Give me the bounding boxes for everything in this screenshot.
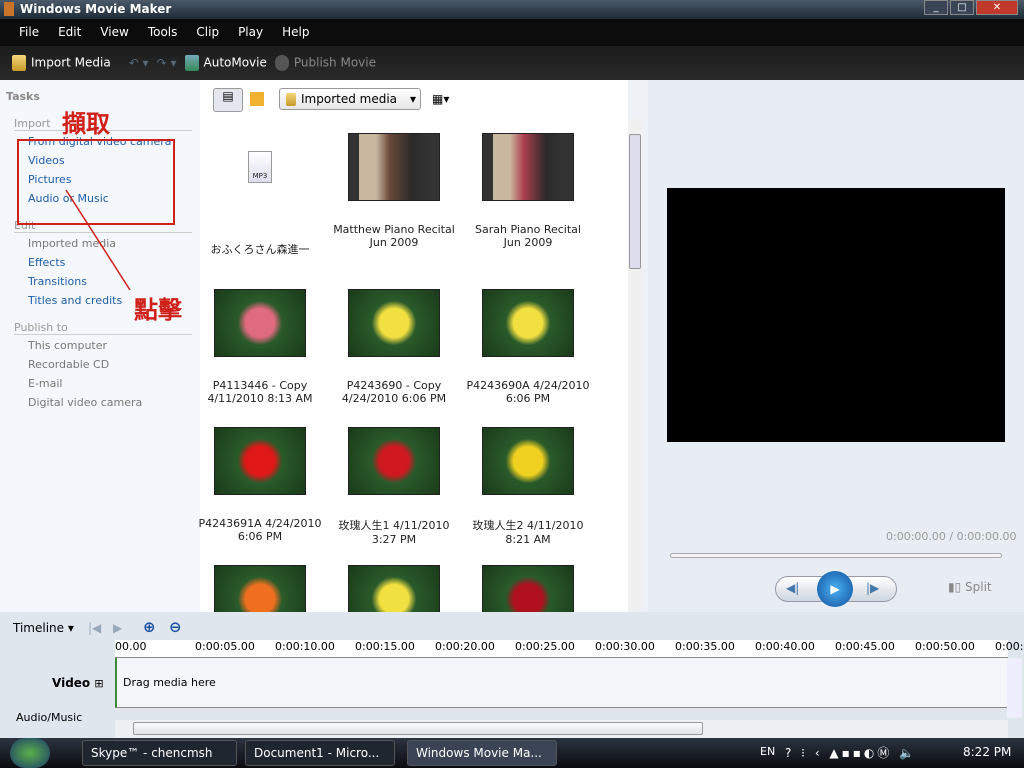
maximize-button[interactable]: □ [950, 0, 974, 15]
collections-icon[interactable] [250, 92, 264, 106]
language-indicator[interactable]: EN [760, 745, 775, 758]
video-track-label: Video ⊞ [52, 676, 104, 690]
publish-label: Publish Movie [293, 55, 376, 70]
details-view-button[interactable]: ▤ [213, 88, 243, 112]
media-item[interactable]: 玫瑰人生2 4/11/2010 8:21 AM [461, 427, 595, 565]
play-button[interactable]: ▶ [817, 571, 853, 607]
automovie-label: AutoMovie [203, 55, 267, 70]
taskbar-skype[interactable]: Skype™ - chencmsh [82, 740, 237, 766]
timeline-tick: 0:00:30.00 [595, 640, 655, 653]
timeline-tick: 0:00:20.00 [435, 640, 495, 653]
media-caption: P4243690A 4/24/2010 6:06 PM [466, 379, 590, 405]
mp3-label: MP3 [248, 151, 272, 183]
start-button[interactable] [10, 738, 50, 768]
minimize-button[interactable]: _ [924, 0, 948, 15]
photo-thumbnail [482, 427, 574, 495]
task-recordable-cd[interactable]: Recordable CD [28, 358, 200, 371]
chevron-down-icon: ▾ [409, 92, 416, 106]
taskbar-word[interactable]: Document1 - Micro... [245, 740, 395, 766]
split-icon: ▮▯ [948, 580, 966, 594]
media-item[interactable]: P4243690 - Copy 4/24/2010 6:06 PM [327, 289, 461, 427]
video-thumbnail [348, 133, 440, 201]
audio-track-label: Audio/Music [16, 711, 83, 724]
media-item[interactable]: P4243691A 4/24/2010 6:06 PM [193, 427, 327, 565]
collection-label: Imported media [301, 92, 398, 106]
timeline-label: Timeline [13, 621, 65, 635]
timeline-tick: 0:00:40.00 [755, 640, 815, 653]
tray-icons: ? ⁝ ‹ ▲▪▪◐Ⓜ 🔈 [785, 746, 918, 760]
window-controls: _ □ ✕ [924, 0, 1018, 15]
photo-thumbnail [214, 427, 306, 495]
media-item[interactable]: MP3 おふくろさん森進一 [193, 133, 327, 289]
video-label: Video [52, 676, 91, 690]
clock[interactable]: 8:22 PM [963, 745, 1011, 759]
taskbar-skype-label: Skype™ - chencmsh [91, 746, 213, 760]
zoom-in-icon[interactable]: ⊕ [143, 618, 156, 636]
preview-time: 0:00:00.00 / 0:00:00.00 [886, 530, 1017, 543]
media-item[interactable]: Sarah Piano Recital Jun 2009 [461, 133, 595, 289]
timeline-tick: 0:00:15.00 [355, 640, 415, 653]
taskbar-word-label: Document1 - Micro... [254, 746, 380, 760]
photo-thumbnail [348, 427, 440, 495]
media-item[interactable]: Matthew Piano Recital Jun 2009 [327, 133, 461, 289]
media-caption: 玫瑰人生1 4/11/2010 3:27 PM [338, 519, 450, 546]
timeline-dropdown[interactable]: Timeline ▾ [13, 621, 74, 635]
photo-thumbnail [348, 289, 440, 357]
media-item[interactable]: P4113446 - Copy 4/11/2010 8:13 AM [193, 289, 327, 427]
timeline-tick: 00.00 [115, 640, 147, 653]
timeline-ruler[interactable]: 00.00 0:00:05.00 0:00:10.00 0:00:15.00 0:00:… [115, 640, 1024, 658]
media-caption: おふくろさん森進一 [210, 243, 310, 256]
zoom-out-icon[interactable]: ⊖ [169, 618, 182, 636]
timeline-tick: 0:00:05.00 [195, 640, 255, 653]
next-frame-button[interactable]: |▶ [866, 581, 879, 595]
publish-movie-button[interactable]: Publish Movie [274, 55, 376, 71]
collection-dropdown[interactable]: Imported media ▾ [279, 88, 421, 110]
split-label: Split [965, 580, 992, 594]
drag-hint: Drag media here [123, 676, 216, 689]
photo-thumbnail [482, 289, 574, 357]
timeline-tick: 0:00:55 [995, 640, 1024, 653]
photo-thumbnail [214, 289, 306, 357]
media-caption: P4243691A 4/24/2010 6:06 PM [198, 517, 322, 543]
seek-slider[interactable] [670, 553, 1002, 558]
split-button[interactable]: ▮▯ Split [948, 580, 992, 594]
menu-play[interactable]: Play [238, 25, 263, 46]
media-caption: Matthew Piano Recital Jun 2009 [333, 223, 455, 249]
task-this-computer[interactable]: This computer [28, 339, 200, 352]
video-thumbnail [482, 133, 574, 201]
media-scrollbar[interactable] [628, 118, 642, 612]
media-item[interactable]: 玫瑰人生1 4/11/2010 3:27 PM [327, 427, 461, 565]
task-digital-camera[interactable]: Digital video camera [28, 396, 200, 409]
publish-icon [274, 55, 289, 71]
close-button[interactable]: ✕ [976, 0, 1018, 15]
preview-monitor [667, 188, 1005, 442]
timeline-tick: 0:00:10.00 [275, 640, 335, 653]
timeline-tick: 0:00:35.00 [675, 640, 735, 653]
menu-help[interactable]: Help [282, 25, 309, 46]
rewind-button[interactable]: |◀ [88, 621, 101, 635]
previous-frame-button[interactable]: ◀| [786, 581, 799, 595]
timeline-tick: 0:00:50.00 [915, 640, 975, 653]
task-email[interactable]: E-mail [28, 377, 200, 390]
video-track[interactable]: Drag media here [115, 658, 1008, 708]
timeline-hscroll[interactable] [115, 720, 1008, 738]
play-timeline-button[interactable]: ▶ [113, 621, 122, 635]
expand-icon[interactable]: ⊞ [94, 677, 103, 690]
folder-icon [286, 93, 296, 106]
media-item[interactable]: P4243690A 4/24/2010 6:06 PM [461, 289, 595, 427]
mp3-file-icon: MP3 [214, 151, 306, 219]
media-caption: Sarah Piano Recital Jun 2009 [475, 223, 581, 249]
timeline-tick: 0:00:25.00 [515, 640, 575, 653]
timeline-tick: 0:00:45.00 [835, 640, 895, 653]
taskbar-moviemaker-label: Windows Movie Ma... [416, 746, 542, 760]
media-caption: P4113446 - Copy 4/11/2010 8:13 AM [207, 379, 313, 405]
media-caption: P4243690 - Copy 4/24/2010 6:06 PM [341, 379, 447, 405]
annotation-arrow [65, 189, 131, 291]
timeline-vscroll[interactable] [1007, 658, 1022, 718]
view-options-button[interactable]: ▦▾ [432, 92, 449, 106]
media-caption: 玫瑰人生2 4/11/2010 8:21 AM [472, 519, 584, 546]
taskbar-moviemaker[interactable]: Windows Movie Ma... [407, 740, 557, 766]
